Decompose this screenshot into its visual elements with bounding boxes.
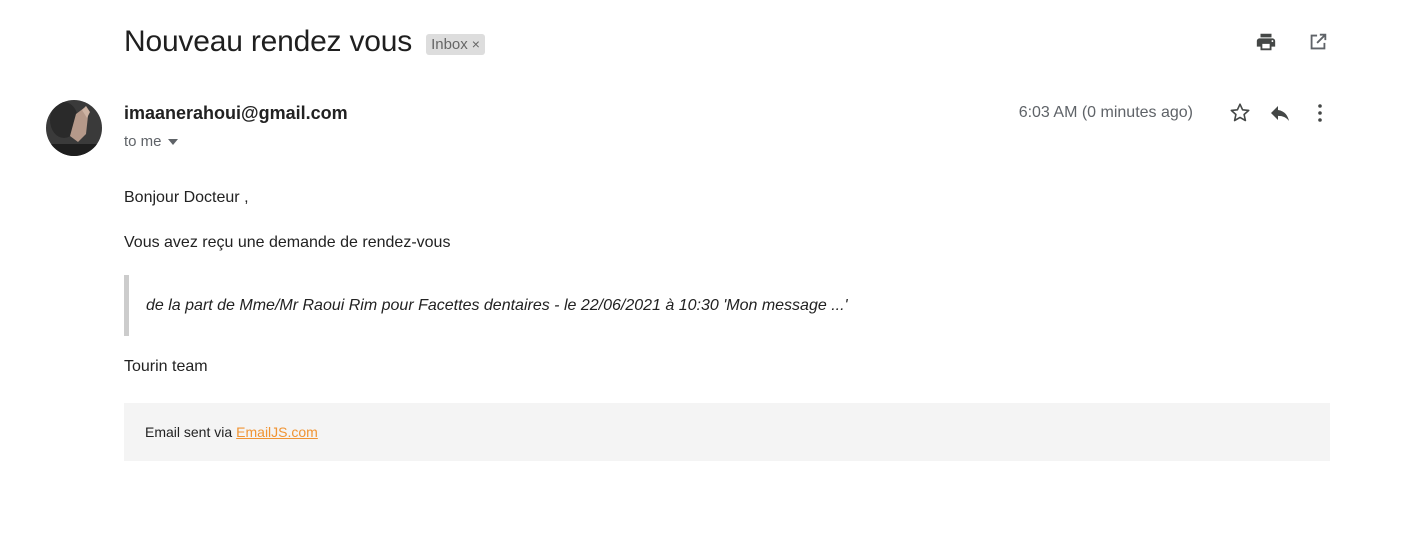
appointment-details: de la part de Mme/Mr Raoui Rim pour Face…: [146, 296, 848, 314]
subject-row: Nouveau rendez vous Inbox ×: [124, 22, 485, 62]
print-icon[interactable]: [1253, 29, 1279, 55]
open-in-new-window-icon[interactable]: [1305, 29, 1331, 55]
emailjs-link[interactable]: EmailJS.com: [236, 424, 318, 440]
email-subject: Nouveau rendez vous: [124, 25, 413, 58]
sender-email[interactable]: imaanerahoui@gmail.com: [124, 103, 348, 124]
remove-label-icon[interactable]: ×: [472, 36, 480, 52]
more-vertical-icon[interactable]: [1307, 100, 1333, 126]
message-timestamp: 6:03 AM (0 minutes ago): [1018, 104, 1193, 121]
reply-icon[interactable]: [1267, 100, 1293, 126]
email-signature: Tourin team: [124, 358, 208, 375]
recipient-details-toggle[interactable]: to me: [124, 133, 178, 150]
recipient-label: to me: [124, 133, 162, 150]
inbox-label-chip[interactable]: Inbox ×: [426, 33, 485, 55]
inbox-label-text: Inbox: [431, 35, 468, 53]
message-meta: 6:03 AM (0 minutes ago): [1019, 100, 1333, 126]
email-intro: Vous avez reçu une demande de rendez-vou…: [124, 234, 451, 251]
caret-down-icon[interactable]: [167, 138, 178, 145]
appointment-blockquote: de la part de Mme/Mr Raoui Rim pour Face…: [124, 275, 1024, 336]
thread-toolbar: [1253, 29, 1331, 55]
footer-text: Email sent via: [145, 424, 233, 440]
email-footer: Email sent via EmailJS.com: [124, 403, 1330, 461]
email-greeting: Bonjour Docteur ,: [124, 189, 249, 206]
star-icon[interactable]: [1227, 100, 1253, 126]
sender-avatar[interactable]: [46, 100, 102, 156]
